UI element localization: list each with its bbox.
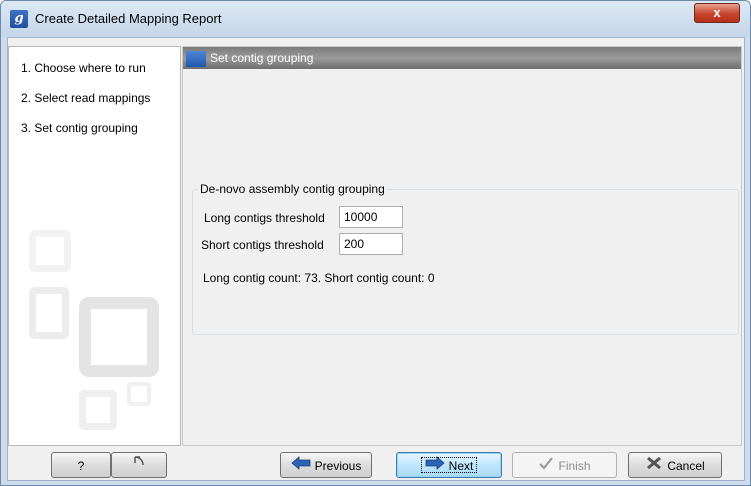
finish-button[interactable]: Finish xyxy=(512,452,617,478)
close-button[interactable]: x xyxy=(694,3,740,23)
long-contigs-threshold-input[interactable] xyxy=(339,206,403,228)
arrow-right-icon xyxy=(425,454,445,478)
next-label: Next xyxy=(448,458,474,473)
long-contigs-threshold-label: Long contigs threshold xyxy=(204,211,325,225)
wizard-content-panel: Set contig grouping De-novo assembly con… xyxy=(182,46,742,446)
watermark-square-icon xyxy=(29,287,69,339)
watermark-square-icon xyxy=(79,390,117,430)
watermark-square-icon xyxy=(127,382,151,406)
app-logo-icon: g xyxy=(10,10,28,28)
contig-count-status: Long contig count: 73. Short contig coun… xyxy=(203,271,435,285)
short-contigs-threshold-label: Short contigs threshold xyxy=(201,238,324,252)
step-set-contig-grouping: 3. Set contig grouping xyxy=(21,121,138,135)
checkmark-icon xyxy=(538,454,554,478)
group-title: De-novo assembly contig grouping xyxy=(198,182,387,196)
arrow-left-icon xyxy=(291,454,311,478)
previous-button[interactable]: Previous xyxy=(280,452,372,478)
reset-button[interactable] xyxy=(111,452,167,478)
title-bar[interactable]: g Create Detailed Mapping Report x xyxy=(1,1,750,37)
finish-label: Finish xyxy=(558,458,591,473)
wizard-steps-panel: 1. Choose where to run 2. Select read ma… xyxy=(8,46,181,446)
header-accent-icon xyxy=(186,51,206,67)
section-header: Set contig grouping xyxy=(183,47,741,69)
reset-arrow-icon xyxy=(131,454,147,478)
contig-grouping-group: De-novo assembly contig grouping Long co… xyxy=(192,182,739,335)
section-header-title: Set contig grouping xyxy=(210,51,314,65)
cancel-button[interactable]: Cancel xyxy=(628,452,722,478)
short-contigs-threshold-input[interactable] xyxy=(339,233,403,255)
cancel-x-icon xyxy=(645,454,663,478)
watermark-square-icon xyxy=(29,230,71,272)
window-title: Create Detailed Mapping Report xyxy=(35,11,222,26)
previous-label: Previous xyxy=(314,458,362,473)
step-select-read-mappings: 2. Select read mappings xyxy=(21,91,151,105)
step-choose-where-to-run: 1. Choose where to run xyxy=(21,61,146,75)
watermark-square-icon xyxy=(79,297,159,377)
cancel-label: Cancel xyxy=(667,458,705,473)
help-icon: ? xyxy=(77,458,85,473)
help-button[interactable]: ? xyxy=(51,452,111,478)
dialog-window: g Create Detailed Mapping Report x 1. Ch… xyxy=(0,0,751,486)
next-button[interactable]: Next xyxy=(396,452,502,478)
